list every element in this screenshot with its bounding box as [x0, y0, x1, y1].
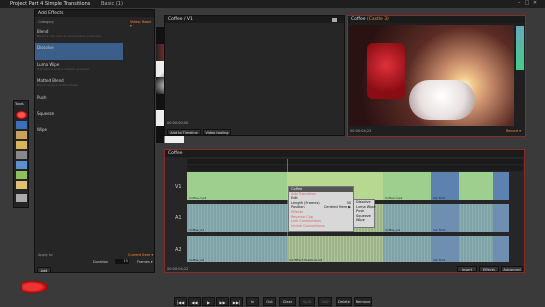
clip-a1-e[interactable] [493, 204, 509, 232]
app-title: Project Part 4 Simple Transitions [10, 1, 91, 7]
import-tool-icon[interactable] [16, 131, 27, 139]
viewer-menu-icon[interactable] [332, 18, 337, 22]
effects-panel: Add Effects Category Video: Basic ▾ Blen… [34, 9, 184, 273]
duration-units[interactable]: Frames ▾ [137, 260, 153, 264]
record-viewer: Coffee (Castle 3) 00:00:04;22 Record ▾ [347, 15, 526, 137]
app-logo-icon [22, 281, 48, 293]
clip-v1-e[interactable] [459, 172, 493, 200]
effects-panel-title: Add Effects [35, 10, 154, 17]
effect-push[interactable]: Push [37, 95, 155, 100]
video-tooling-button[interactable]: Video tooling [203, 129, 231, 135]
transition-submenu: Dissolve Luma Wipe Push Squeeze Wipe [353, 199, 376, 228]
clip-a1-c-label: Coffee_A1 [385, 228, 401, 232]
clip-a2-e[interactable] [493, 236, 509, 262]
mark-in-button[interactable]: In [246, 297, 259, 306]
play-button[interactable]: ▶ [202, 297, 215, 306]
rewind-button[interactable]: ◀◀ [188, 297, 201, 306]
menu-unlink[interactable]: Unlink Connections [289, 224, 353, 229]
source-viewer-title: Coffee / V1 [165, 16, 344, 23]
effect-dissolve[interactable]: Dissolve [37, 45, 155, 50]
clip-context-menu: Coffee Add Transition Edit Length (Frame… [288, 186, 354, 232]
folder-tool-icon[interactable] [16, 141, 27, 149]
go-to-end-button[interactable]: ▶▶| [230, 297, 243, 306]
split-button[interactable]: Split [299, 297, 315, 306]
delete-button[interactable]: Delete [336, 297, 352, 306]
timeline-timecode: 00:00:04;22 [167, 267, 189, 271]
tab-basic[interactable]: Basic (1) [101, 1, 123, 7]
settings-tool-icon[interactable] [16, 151, 27, 159]
advanced-button[interactable]: Advanced [501, 266, 523, 272]
red-candle-image [367, 43, 405, 99]
effect-squeeze[interactable]: Squeeze [37, 111, 155, 116]
effect-luma-wipe[interactable]: Luma Wipe Transition using a shaped gradi… [37, 62, 155, 71]
maximize-button[interactable]: □ [524, 1, 530, 6]
timeline-ruler[interactable] [187, 159, 523, 164]
close-button[interactable]: ✕ [532, 1, 538, 6]
clip-v1-a-label: Coffee.mp4 [189, 196, 207, 200]
go-to-start-button[interactable]: |◀◀ [174, 297, 187, 306]
timeline-markers [187, 165, 523, 171]
apply-to-label: Apply to [38, 253, 53, 257]
effect-matted-blend[interactable]: Matted Blend Blend using a matte image [37, 78, 155, 87]
viewer-side-toolbar[interactable] [516, 26, 524, 70]
add-to-timeline-button[interactable]: Add to Timeline [167, 129, 201, 135]
timeline-title: Coffee [165, 150, 524, 157]
video-frame-candles [349, 25, 514, 126]
capture-tool-icon[interactable] [16, 121, 27, 129]
category-label: Category [38, 20, 54, 24]
track-v1-label: V1 [175, 184, 182, 190]
clip-v1-d-label: Ink Trick [433, 196, 446, 200]
record-tool-icon[interactable] [16, 111, 27, 119]
minimize-button[interactable]: – [516, 1, 522, 6]
clip-a1-d-label: Ink Trick [433, 228, 446, 232]
mark-out-button[interactable]: Out [263, 297, 276, 306]
apply-to-select[interactable]: Current Item ▾ [128, 253, 153, 257]
record-mode-select[interactable]: Record ▾ [506, 129, 521, 133]
clip-a2-d-label: Ink Trick [433, 258, 446, 262]
duration-input[interactable]: 15 [115, 259, 129, 264]
clip-a2-a-label: Coffee_A2 [189, 258, 205, 262]
archive-tool-icon[interactable] [16, 181, 27, 189]
effect-wipe[interactable]: Wipe [37, 127, 155, 132]
insert-button[interactable]: Insert [457, 266, 477, 272]
network-tool-icon[interactable] [16, 194, 27, 202]
add-button[interactable]: Add [318, 297, 332, 306]
export-tool-icon[interactable] [16, 171, 27, 179]
add-effect-button[interactable]: Add [37, 267, 51, 273]
category-filter[interactable]: Video: Basic ▾ [130, 20, 154, 28]
clip-a2-b-label: Ink Effect Positions A2 [289, 258, 323, 262]
record-viewer-title: Coffee (Castle 3) [348, 16, 525, 23]
remove-button[interactable]: Remove [354, 297, 372, 306]
duration-label: Duration [93, 260, 109, 264]
clear-button[interactable]: Clear [279, 297, 296, 306]
source-viewer: Coffee / V1 00:00:00;00 Add to Timeline … [164, 15, 345, 136]
track-a2-label: A2 [175, 247, 182, 253]
track-a1-label: A1 [175, 215, 182, 221]
submenu-wipe[interactable]: Wipe [354, 218, 374, 223]
effect-blend[interactable]: Blend Blend a clip over its predecessor (… [37, 29, 155, 38]
clip-v1-f[interactable] [493, 172, 509, 200]
record-timecode: 00:00:04;22 [350, 129, 372, 133]
tools-title: Tools [15, 102, 24, 106]
effects-button[interactable]: Effects [479, 266, 499, 272]
white-candle-image [409, 80, 475, 120]
source-timecode: 00:00:00;00 [167, 121, 189, 125]
clip-v1-c-label: Coffee.mp4 [385, 196, 403, 200]
fast-forward-button[interactable]: ▶▶ [216, 297, 229, 306]
monitor-tool-icon[interactable] [16, 161, 27, 169]
clip-a1-a-label: Coffee_A1 [189, 228, 205, 232]
